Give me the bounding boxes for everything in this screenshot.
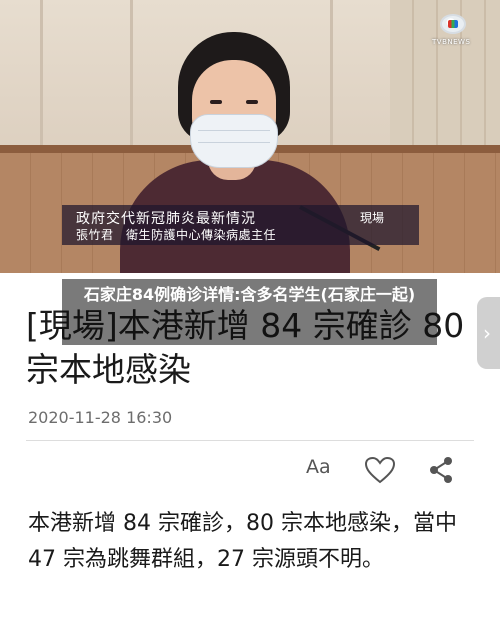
heart-icon-svg [364,456,396,484]
mask-fold [198,142,270,143]
speaker-eye [210,100,222,104]
next-page-button[interactable]: › [477,297,500,369]
caption-title: 政府交代新冠肺炎最新情況 [76,211,256,227]
font-size-icon[interactable]: Aa [306,456,340,486]
chevron-right-icon: › [483,321,491,345]
tvb-logo-icon [440,14,466,34]
article-body: 本港新增 84 宗確診，80 宗本地感染，當中 47 宗為跳舞群組，27 宗源頭… [28,511,457,572]
wall-panel [130,0,133,150]
heart-icon[interactable] [364,456,398,486]
font-size-label: Aa [306,456,331,478]
divider [26,440,474,441]
face-mask [190,114,278,168]
share-icon[interactable] [428,456,456,486]
overlay-title: 石家庄84例确诊详情:含多名学生(石家庄一起) [83,285,416,304]
article-date: 2020-11-28 16:30 [28,408,173,427]
caption-subtitle: 張竹君 衛生防護中心傳染病處主任 [76,228,277,242]
speaker-eye [246,100,258,104]
tvb-logo-text: TVBNEWS [432,38,471,46]
video-frame[interactable]: TVBNEWS 政府交代新冠肺炎最新情況 現場 張竹君 衛生防護中心傳染病處主任 [0,0,500,273]
caption-live-tag: 現場 [360,211,385,225]
wall-panel [330,0,333,150]
wall-panel [40,0,43,150]
mask-fold [198,130,270,131]
share-icon-svg [430,457,452,483]
